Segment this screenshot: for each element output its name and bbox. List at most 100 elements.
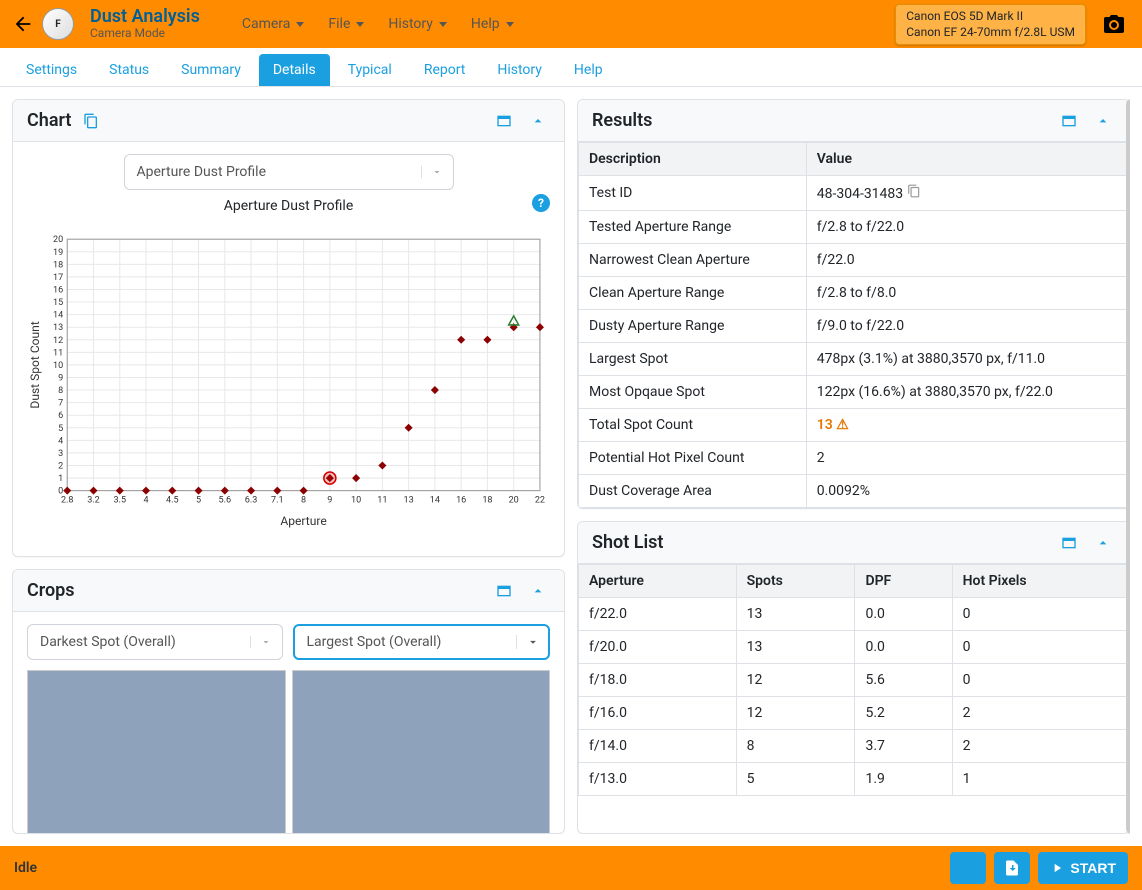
- app-logo: F: [42, 8, 74, 40]
- tab-history[interactable]: History: [483, 54, 556, 86]
- results-desc-cell: Largest Spot: [579, 343, 807, 376]
- camera-icon[interactable]: [1102, 12, 1126, 40]
- left-column: Chart Aperture Dust Profile: [12, 99, 565, 834]
- chevron-up-icon[interactable]: [1091, 113, 1115, 129]
- tab-strip: SettingsStatusSummaryDetailsTypicalRepor…: [0, 48, 1142, 87]
- window-icon[interactable]: [492, 583, 516, 599]
- menu-file[interactable]: File: [318, 12, 374, 36]
- export-button[interactable]: [994, 852, 1030, 884]
- chart-select[interactable]: Aperture Dust Profile: [124, 154, 454, 190]
- body: Chart Aperture Dust Profile: [0, 87, 1142, 846]
- tab-settings[interactable]: Settings: [12, 54, 91, 86]
- results-desc-cell: Total Spot Count: [579, 409, 807, 442]
- top-bar: F Dust Analysis Camera Mode CameraFileHi…: [0, 0, 1142, 48]
- results-desc-cell: Narrowest Clean Aperture: [579, 244, 807, 277]
- table-row: f/18.0125.60: [579, 664, 1129, 697]
- crops-right-value: Largest Spot (Overall): [295, 634, 454, 650]
- tab-report[interactable]: Report: [410, 54, 480, 86]
- shotlist-cell: 13: [736, 598, 855, 631]
- tab-typical[interactable]: Typical: [334, 54, 406, 86]
- svg-text:4: 4: [143, 496, 148, 506]
- results-table: DescriptionValue Test ID48-304-31483Test…: [578, 142, 1129, 508]
- results-panel-body: DescriptionValue Test ID48-304-31483Test…: [578, 142, 1129, 508]
- results-panel: Results DescriptionValue Test ID48-304-3…: [577, 99, 1130, 509]
- shotlist-cell: 2: [952, 730, 1128, 763]
- svg-text:5.6: 5.6: [219, 496, 232, 506]
- shotlist-cell: f/14.0: [579, 730, 737, 763]
- svg-text:19: 19: [53, 248, 63, 258]
- results-desc-cell: Test ID: [579, 176, 807, 211]
- menu-history[interactable]: History: [378, 12, 457, 36]
- help-icon[interactable]: ?: [532, 194, 550, 212]
- results-value-cell: 2: [806, 442, 1128, 475]
- shotlist-cell: f/20.0: [579, 631, 737, 664]
- shotlist-cell: 1: [952, 763, 1128, 796]
- camera-info-badge: Canon EOS 5D Mark II Canon EF 24-70mm f/…: [895, 4, 1086, 45]
- menu-camera[interactable]: Camera: [232, 12, 315, 36]
- shotlist-header-cell: Hot Pixels: [952, 565, 1128, 598]
- results-panel-title: Results: [592, 110, 652, 131]
- table-row: Dust Coverage Area0.0092%: [579, 475, 1129, 508]
- svg-text:5: 5: [196, 496, 201, 506]
- window-icon[interactable]: [492, 113, 516, 129]
- copy-icon[interactable]: [907, 186, 921, 202]
- shotlist-cell: 13: [736, 631, 855, 664]
- chart-panel-body: Aperture Dust Profile ? Aperture Dust Pr…: [13, 142, 564, 556]
- crops-panel: Crops Darkest Spot (Overall) Largest Spo: [12, 569, 565, 834]
- tab-summary[interactable]: Summary: [167, 54, 255, 86]
- results-value-cell: 0.0092%: [806, 475, 1128, 508]
- shotlist-cell: 12: [736, 697, 855, 730]
- shotlist-header-cell: DPF: [855, 565, 952, 598]
- shotlist-panel-header: Shot List: [578, 522, 1129, 564]
- svg-text:Dust Spot Count: Dust Spot Count: [28, 321, 42, 408]
- svg-text:12: 12: [53, 336, 63, 346]
- tab-help[interactable]: Help: [560, 54, 617, 86]
- window-icon[interactable]: [1057, 535, 1081, 551]
- settings-button[interactable]: [950, 852, 986, 884]
- chart-panel-header: Chart: [13, 100, 564, 142]
- tab-status[interactable]: Status: [95, 54, 163, 86]
- window-icon[interactable]: [1057, 113, 1081, 129]
- start-button[interactable]: START: [1038, 852, 1128, 884]
- table-row: f/20.0130.00: [579, 631, 1129, 664]
- crop-image-right: [292, 670, 551, 833]
- svg-text:22: 22: [535, 496, 545, 506]
- shotlist-cell: 0.0: [855, 598, 952, 631]
- chart-select-value: Aperture Dust Profile: [125, 164, 279, 180]
- app-subtitle: Camera Mode: [90, 26, 200, 40]
- results-desc-cell: Tested Aperture Range: [579, 211, 807, 244]
- chart-title: Aperture Dust Profile: [27, 198, 550, 214]
- svg-text:4.5: 4.5: [166, 496, 179, 506]
- shotlist-table: ApertureSpotsDPFHot Pixels f/22.0130.00f…: [578, 564, 1129, 796]
- svg-text:6.3: 6.3: [245, 496, 258, 506]
- crops-panel-header: Crops: [13, 570, 564, 612]
- chart-plot: 012345678910111213141516171819202.83.23.…: [27, 220, 550, 540]
- right-column: Results DescriptionValue Test ID48-304-3…: [577, 99, 1130, 834]
- svg-text:15: 15: [53, 298, 63, 308]
- top-menu-bar: CameraFileHistoryHelp: [232, 12, 524, 36]
- svg-text:16: 16: [53, 285, 63, 295]
- crops-right-select[interactable]: Largest Spot (Overall): [293, 624, 551, 660]
- svg-text:18: 18: [53, 260, 63, 270]
- chevron-up-icon[interactable]: [526, 113, 550, 129]
- results-desc-cell: Most Opqaue Spot: [579, 376, 807, 409]
- chevron-up-icon[interactable]: [526, 583, 550, 599]
- chevron-up-icon[interactable]: [1091, 535, 1115, 551]
- table-row: Dusty Aperture Rangef/9.0 to f/22.0: [579, 310, 1129, 343]
- chart-panel: Chart Aperture Dust Profile: [12, 99, 565, 557]
- results-value-cell: 13 ⚠: [806, 409, 1128, 442]
- table-row: Tested Aperture Rangef/2.8 to f/22.0: [579, 211, 1129, 244]
- crops-panel-title: Crops: [27, 580, 75, 601]
- table-row: Largest Spot478px (3.1%) at 3880,3570 px…: [579, 343, 1129, 376]
- results-header-cell: Description: [579, 143, 807, 176]
- menu-help[interactable]: Help: [461, 12, 524, 36]
- crops-left-select[interactable]: Darkest Spot (Overall): [27, 624, 283, 660]
- crops-panel-body: Darkest Spot (Overall) Largest Spot (Ove…: [13, 612, 564, 833]
- chart-area: ? Aperture Dust Profile 0123456789101112…: [27, 198, 550, 544]
- back-button[interactable]: [12, 13, 34, 35]
- crop-image-left: [27, 670, 286, 833]
- tab-details[interactable]: Details: [259, 54, 330, 86]
- svg-text:9: 9: [327, 496, 332, 506]
- copy-icon[interactable]: [79, 113, 103, 129]
- svg-text:3.2: 3.2: [87, 496, 100, 506]
